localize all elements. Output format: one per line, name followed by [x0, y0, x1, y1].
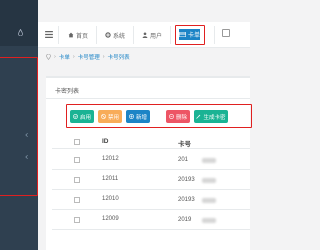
breadcrumb-item-card[interactable]: 卡单 [59, 53, 70, 61]
row-checkbox[interactable] [74, 157, 80, 163]
select-all-checkbox[interactable] [74, 139, 80, 145]
nav-divider [133, 26, 134, 44]
breadcrumb-item-card-list[interactable]: 卡号列表 [108, 53, 130, 61]
row-id: 12011 [102, 176, 119, 182]
redacted-text [202, 198, 216, 203]
redacted-text [202, 158, 216, 163]
home-icon [68, 32, 74, 38]
nav-divider [58, 26, 59, 44]
column-header-card[interactable]: 卡号 [178, 138, 191, 148]
magic-icon [196, 114, 201, 119]
row-card: 2019 [178, 217, 192, 223]
row-checkbox[interactable] [74, 177, 80, 183]
generate-card-button-label: 生成卡密 [203, 114, 226, 121]
top-navbar: 首页 系统 用户 卡单 [38, 22, 250, 48]
row-card: 20193 [178, 177, 195, 183]
tab-home-label: 首页 [76, 33, 89, 40]
redacted-text [202, 178, 216, 183]
menu-icon[interactable] [45, 31, 53, 38]
disable-button[interactable]: 禁用 [98, 110, 122, 123]
trash-icon [169, 114, 174, 119]
tab-system-label: 系统 [113, 33, 126, 40]
sidebar-header [0, 0, 38, 46]
breadcrumb: › 卡单 › 卡号管理 › 卡号列表 [46, 52, 130, 62]
tab-system[interactable]: 系统 [105, 30, 125, 40]
user-icon [142, 32, 148, 38]
table-row[interactable]: 12012 201 [52, 151, 250, 170]
tab-user[interactable]: 用户 [142, 30, 162, 40]
row-id: 12009 [102, 216, 119, 222]
tab-user-label: 用户 [150, 33, 163, 40]
enable-button-label: 启用 [79, 114, 91, 121]
panel-title: 卡密列表 [55, 89, 80, 95]
location-icon [46, 54, 51, 60]
delete-button[interactable]: 删除 [166, 110, 190, 123]
gear-icon [105, 32, 111, 38]
breadcrumb-item-card-manage[interactable]: 卡号管理 [78, 53, 100, 61]
ban-icon [101, 114, 106, 119]
droplet-icon [18, 29, 23, 36]
expand-icon[interactable] [222, 29, 230, 37]
delete-button-label: 删除 [175, 114, 187, 121]
generate-card-button[interactable]: 生成卡密 [194, 110, 228, 123]
row-id: 12012 [102, 156, 119, 162]
nav-divider [214, 26, 215, 44]
tab-card-label: 卡单 [188, 33, 201, 39]
redacted-text [202, 218, 216, 223]
row-checkbox[interactable] [74, 197, 80, 203]
column-header-id[interactable]: ID [102, 138, 109, 145]
add-button-label: 新增 [135, 114, 147, 121]
plus-icon [129, 114, 134, 119]
check-icon [73, 114, 78, 119]
panel-divider [46, 98, 250, 99]
table-row[interactable]: 12011 20193 [52, 171, 250, 190]
nav-divider [170, 26, 171, 44]
card-icon [179, 32, 186, 37]
disable-button-label: 禁用 [107, 114, 119, 121]
row-card: 201 [178, 157, 189, 163]
tab-card-highlight-frame: 卡单 [175, 25, 205, 45]
row-card: 20193 [178, 197, 195, 203]
table-header: ID 卡号 [52, 136, 250, 149]
sidebar-highlight-frame [0, 57, 38, 196]
tab-card[interactable]: 卡单 [179, 29, 200, 40]
row-checkbox[interactable] [74, 217, 80, 223]
table-row[interactable]: 12009 2019 [52, 211, 250, 230]
tab-home[interactable]: 首页 [68, 30, 88, 40]
add-button[interactable]: 新增 [126, 110, 150, 123]
table-row[interactable]: 12010 20193 [52, 191, 250, 210]
row-id: 12010 [102, 196, 119, 202]
nav-divider [96, 26, 97, 44]
enable-button[interactable]: 启用 [70, 110, 94, 123]
